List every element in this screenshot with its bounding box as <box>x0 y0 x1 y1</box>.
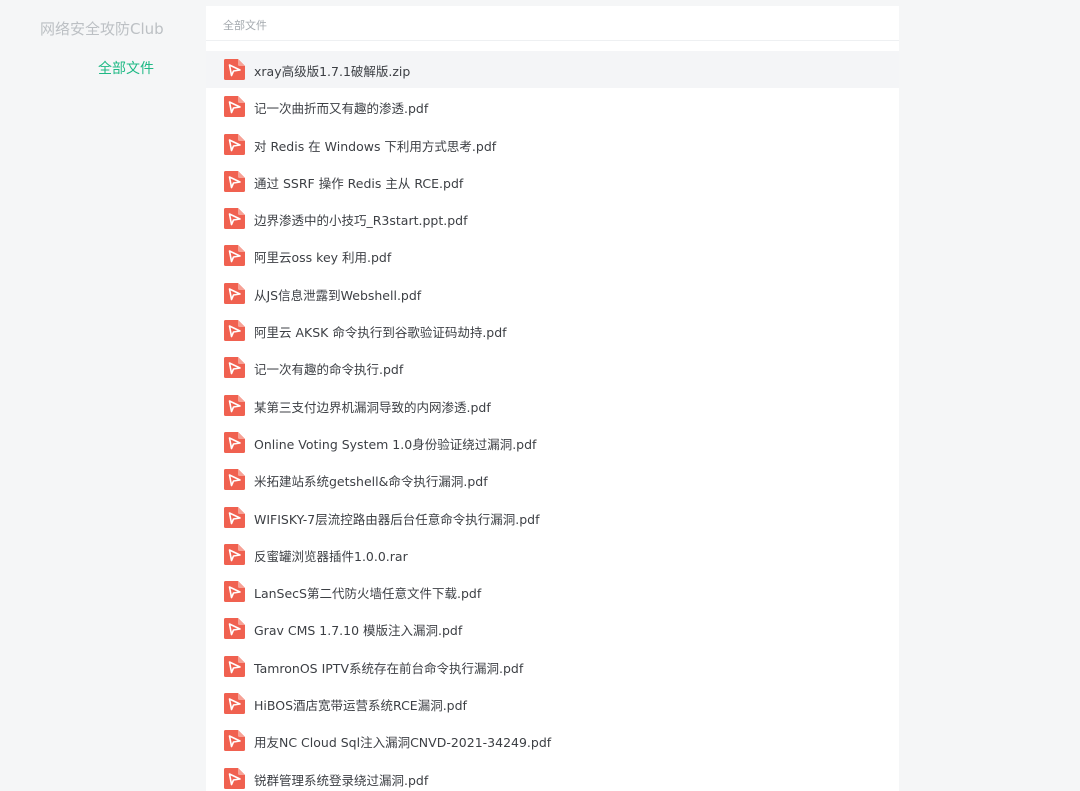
file-row[interactable]: HiBOS酒店宽带运营系统RCE漏洞.pdf <box>206 685 899 722</box>
file-row[interactable]: 米拓建站系统getshell&命令执行漏洞.pdf <box>206 461 899 498</box>
pdf-file-icon <box>224 767 245 789</box>
file-name[interactable]: WIFISKY-7层流控路由器后台任意命令执行漏洞.pdf <box>254 509 539 528</box>
file-name[interactable]: xray高级版1.7.1破解版.zip <box>254 61 410 80</box>
pdf-file-icon <box>224 581 245 603</box>
file-name[interactable]: HiBOS酒店宽带运营系统RCE漏洞.pdf <box>254 695 467 714</box>
file-row[interactable]: 从JS信息泄露到Webshell.pdf <box>206 275 899 312</box>
file-row[interactable]: 记一次有趣的命令执行.pdf <box>206 349 899 386</box>
file-row[interactable]: 用友NC Cloud Sql注入漏洞CNVD-2021-34249.pdf <box>206 722 899 759</box>
nav-all-files[interactable]: 全部文件 <box>98 58 154 78</box>
panel-header: 全部文件 <box>206 6 899 41</box>
pdf-file-icon <box>224 96 245 118</box>
pdf-file-icon <box>224 543 245 565</box>
file-name[interactable]: Online Voting System 1.0身份验证绕过漏洞.pdf <box>254 434 536 453</box>
file-name[interactable]: 锐群管理系统登录绕过漏洞.pdf <box>254 770 428 789</box>
file-name[interactable]: 阿里云 AKSK 命令执行到谷歌验证码劫持.pdf <box>254 322 507 341</box>
file-name[interactable]: Grav CMS 1.7.10 模版注入漏洞.pdf <box>254 620 462 639</box>
file-row[interactable]: Grav CMS 1.7.10 模版注入漏洞.pdf <box>206 610 899 647</box>
file-row[interactable]: TamronOS IPTV系统存在前台命令执行漏洞.pdf <box>206 648 899 685</box>
file-name[interactable]: 记一次有趣的命令执行.pdf <box>254 359 403 378</box>
file-row[interactable]: LanSecS第二代防火墙任意文件下载.pdf <box>206 573 899 610</box>
pdf-file-icon <box>224 320 245 342</box>
file-row[interactable]: 锐群管理系统登录绕过漏洞.pdf <box>206 760 899 791</box>
file-row[interactable]: Online Voting System 1.0身份验证绕过漏洞.pdf <box>206 424 899 461</box>
pdf-file-icon <box>224 730 245 752</box>
pdf-file-icon <box>224 133 245 155</box>
sidebar: 网络安全攻防Club 全部文件 <box>0 0 200 791</box>
pdf-file-icon <box>224 394 245 416</box>
file-list: xray高级版1.7.1破解版.zip 记一次曲折而又有趣的渗透.pdf 对 Red… <box>206 51 899 791</box>
pdf-file-icon <box>224 245 245 267</box>
file-name[interactable]: 记一次曲折而又有趣的渗透.pdf <box>254 98 428 117</box>
file-row[interactable]: 反蜜罐浏览器插件1.0.0.rar <box>206 536 899 573</box>
file-name[interactable]: 通过 SSRF 操作 Redis 主从 RCE.pdf <box>254 173 463 192</box>
file-name[interactable]: 某第三支付边界机漏洞导致的内网渗透.pdf <box>254 397 491 416</box>
file-name[interactable]: LanSecS第二代防火墙任意文件下载.pdf <box>254 583 481 602</box>
file-row[interactable]: WIFISKY-7层流控路由器后台任意命令执行漏洞.pdf <box>206 499 899 536</box>
pdf-file-icon <box>224 618 245 640</box>
breadcrumb[interactable]: 全部文件 <box>223 17 267 33</box>
file-name[interactable]: 米拓建站系统getshell&命令执行漏洞.pdf <box>254 471 488 490</box>
pdf-file-icon <box>224 693 245 715</box>
file-name[interactable]: 反蜜罐浏览器插件1.0.0.rar <box>254 546 408 565</box>
file-name[interactable]: 用友NC Cloud Sql注入漏洞CNVD-2021-34249.pdf <box>254 732 551 751</box>
file-row[interactable]: 某第三支付边界机漏洞导致的内网渗透.pdf <box>206 387 899 424</box>
pdf-file-icon <box>224 282 245 304</box>
file-row[interactable]: 边界渗透中的小技巧_R3start.ppt.pdf <box>206 200 899 237</box>
file-row[interactable]: xray高级版1.7.1破解版.zip <box>206 51 899 89</box>
club-name: 网络安全攻防Club <box>40 20 164 38</box>
file-row[interactable]: 对 Redis 在 Windows 下利用方式思考.pdf <box>206 126 899 163</box>
pdf-file-icon <box>224 469 245 491</box>
file-name[interactable]: 从JS信息泄露到Webshell.pdf <box>254 285 421 304</box>
file-name[interactable]: 边界渗透中的小技巧_R3start.ppt.pdf <box>254 210 468 229</box>
pdf-file-icon <box>224 170 245 192</box>
file-name[interactable]: TamronOS IPTV系统存在前台命令执行漏洞.pdf <box>254 658 523 677</box>
file-row[interactable]: 通过 SSRF 操作 Redis 主从 RCE.pdf <box>206 163 899 200</box>
pdf-file-icon <box>224 357 245 379</box>
pdf-file-icon <box>224 506 245 528</box>
file-panel: 全部文件 xray高级版1.7.1破解版.zip 记一次曲折而又有趣的渗透.pdf… <box>206 6 899 791</box>
file-row[interactable]: 阿里云oss key 利用.pdf <box>206 237 899 274</box>
file-row[interactable]: 阿里云 AKSK 命令执行到谷歌验证码劫持.pdf <box>206 312 899 349</box>
pdf-file-icon <box>224 431 245 453</box>
file-name[interactable]: 对 Redis 在 Windows 下利用方式思考.pdf <box>254 136 496 155</box>
file-name[interactable]: 阿里云oss key 利用.pdf <box>254 247 391 266</box>
file-row[interactable]: 记一次曲折而又有趣的渗透.pdf <box>206 88 899 125</box>
pdf-file-icon <box>224 655 245 677</box>
pdf-file-icon <box>224 208 245 230</box>
pdf-file-icon <box>224 59 245 80</box>
